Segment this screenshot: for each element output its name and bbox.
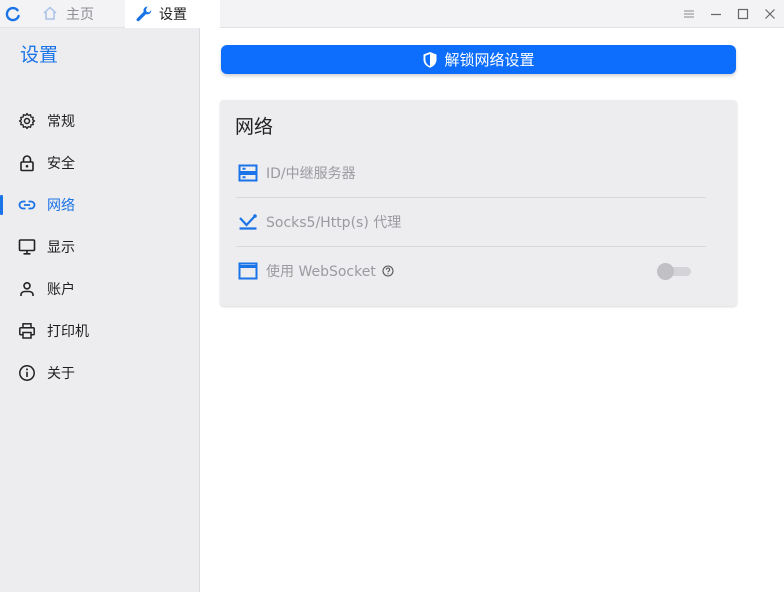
wrench-icon	[135, 5, 153, 23]
link-icon	[18, 196, 36, 214]
tab-home[interactable]: 主页	[40, 0, 125, 28]
proxy-icon	[238, 212, 258, 232]
maximize-icon[interactable]	[729, 0, 757, 28]
home-icon	[42, 5, 60, 23]
sidebar: 设置 常规 安全 网络 显示 账户 打印机 关于	[0, 28, 200, 592]
monitor-icon	[18, 238, 36, 256]
network-card: 网络 ID/中继服务器 Socks5/Http(s) 代理 使用 WebSock…	[220, 100, 737, 306]
sidebar-item-printer[interactable]: 打印机	[0, 313, 200, 349]
sidebar-item-security[interactable]: 安全	[0, 145, 200, 181]
websocket-toggle[interactable]	[657, 263, 693, 280]
server-icon	[238, 163, 258, 183]
title-bar: 主页 设置	[0, 0, 784, 28]
info-icon	[18, 364, 36, 382]
id-relay-server-row[interactable]: ID/中继服务器	[236, 149, 706, 197]
websocket-row: 使用 WebSocket	[236, 247, 706, 295]
sidebar-item-about[interactable]: 关于	[0, 355, 200, 391]
sidebar-item-label: 常规	[47, 114, 75, 130]
network-card-title: 网络	[235, 116, 274, 138]
sidebar-item-label: 网络	[47, 198, 75, 214]
sidebar-item-account[interactable]: 账户	[0, 271, 200, 307]
shield-icon	[422, 51, 438, 69]
sidebar-item-label: 关于	[47, 366, 75, 382]
printer-icon	[18, 322, 36, 340]
tab-settings-label: 设置	[159, 7, 187, 23]
sidebar-item-label: 显示	[47, 240, 75, 256]
sidebar-item-general[interactable]: 常规	[0, 103, 200, 139]
minimize-icon[interactable]	[702, 0, 730, 28]
help-icon[interactable]	[382, 265, 394, 277]
sidebar-item-label: 安全	[47, 156, 75, 172]
sidebar-item-network[interactable]: 网络	[0, 187, 200, 223]
window-icon	[238, 261, 258, 281]
active-indicator	[0, 195, 3, 215]
gear-icon	[18, 112, 36, 130]
proxy-row[interactable]: Socks5/Http(s) 代理	[236, 198, 706, 246]
toggle-knob	[657, 263, 674, 280]
row-label: 使用 WebSocket	[266, 264, 376, 280]
unlock-network-settings-button[interactable]: 解锁网络设置	[221, 45, 736, 74]
close-icon[interactable]	[756, 0, 784, 28]
tab-home-label: 主页	[66, 7, 94, 23]
tab-settings[interactable]: 设置	[125, 0, 220, 28]
menu-icon[interactable]	[675, 0, 703, 28]
row-label: Socks5/Http(s) 代理	[266, 215, 402, 231]
sidebar-title: 设置	[20, 44, 59, 66]
app-logo-icon	[5, 6, 21, 22]
sidebar-item-display[interactable]: 显示	[0, 229, 200, 265]
unlock-button-label: 解锁网络设置	[444, 51, 535, 69]
lock-icon	[18, 154, 36, 172]
sidebar-item-label: 打印机	[47, 324, 89, 340]
row-label: ID/中继服务器	[266, 166, 356, 182]
sidebar-item-label: 账户	[47, 282, 75, 298]
user-icon	[18, 280, 36, 298]
